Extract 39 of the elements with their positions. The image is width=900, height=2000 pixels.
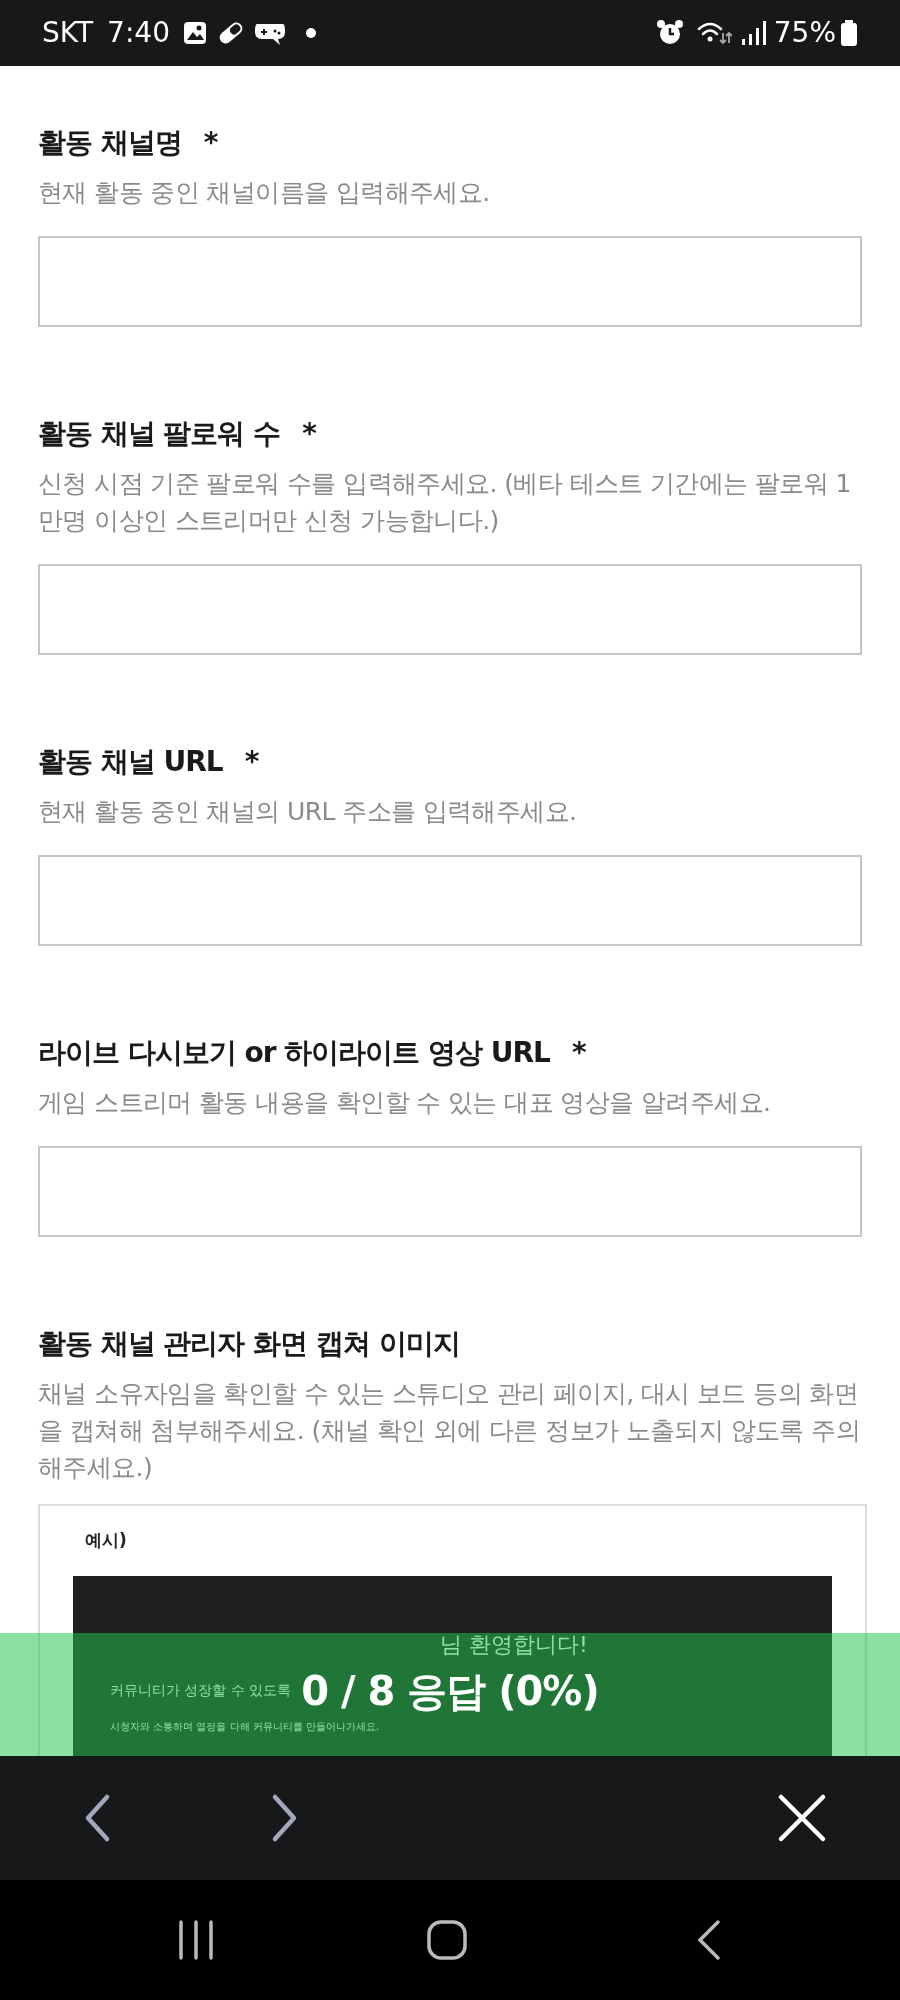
field-description: 현재 활동 중인 채널의 URL 주소를 입력해주세요.	[38, 796, 578, 828]
field-description: 현재 활동 중인 채널이름을 입력해주세요.	[38, 177, 491, 209]
field-title: 활동 채널 URL	[38, 745, 223, 778]
required-mark: *	[302, 417, 316, 450]
home-icon	[426, 1919, 468, 1961]
battery-percentage: 75%	[773, 15, 836, 51]
recent-apps-icon	[176, 1919, 216, 1961]
back-icon	[696, 1919, 722, 1961]
carrier-name: SKT	[42, 15, 94, 51]
clock-time: 7:40	[107, 15, 170, 51]
field-title: 활동 채널명	[38, 126, 182, 159]
battery-icon	[840, 19, 858, 47]
home-button[interactable]	[426, 1919, 468, 1961]
field-description: 게임 스트리머 활동 내용을 확인할 수 있는 대표 영상을 알려주세요.	[38, 1087, 772, 1119]
close-button[interactable]	[776, 1792, 828, 1844]
field-description: 채널 소유자임을 확인할 수 있는 스튜디오 관리 페이지, 대시 보드 등의 화면을 캡쳐해 첨부해주세요. (채널 확인 외에 다른 정보가 노출되지 않도록 주의해주세요.)	[38, 1378, 861, 1484]
headline-text: 커뮤니티가 성장할 수 있도록	[110, 1680, 292, 1700]
close-icon	[777, 1793, 827, 1843]
progress-text: 0 / 8 응답 (0%)	[301, 1667, 599, 1714]
example-label: 예시)	[85, 1529, 128, 1552]
text-input-field[interactable]	[38, 236, 862, 327]
field-description: 신청 시점 기준 팔로워 수를 입력해주세요. (베타 테스트 기간에는 팔로워 1만명 이상인 스트리머만 신청 가능합니다.)	[38, 468, 852, 537]
text-input-field[interactable]	[38, 855, 862, 946]
text-input-field[interactable]	[38, 1146, 862, 1237]
field-title: 라이브 다시보기 or 하이라이트 영상 URL	[38, 1036, 550, 1069]
signal-icon	[739, 19, 768, 47]
text-input-field[interactable]	[38, 564, 862, 655]
required-mark: *	[244, 745, 259, 778]
field-title: 활동 채널 관리자 화면 캡쳐 이미지	[38, 1327, 460, 1360]
field-title: 활동 채널 팔로워 수	[38, 417, 281, 450]
recent-apps-button[interactable]	[176, 1919, 216, 1961]
required-mark: *	[203, 126, 218, 159]
required-mark: *	[571, 1036, 586, 1069]
dot-icon	[305, 28, 316, 38]
back-button[interactable]	[696, 1919, 722, 1961]
welcome-text: 님 환영합니다!	[440, 1630, 588, 1659]
alarm-icon	[655, 19, 684, 47]
image-icon	[181, 20, 208, 46]
subline-text: 시청자와 소통하며 열정을 다해 커뮤니티를 만들어나가세요.	[110, 1719, 380, 1734]
